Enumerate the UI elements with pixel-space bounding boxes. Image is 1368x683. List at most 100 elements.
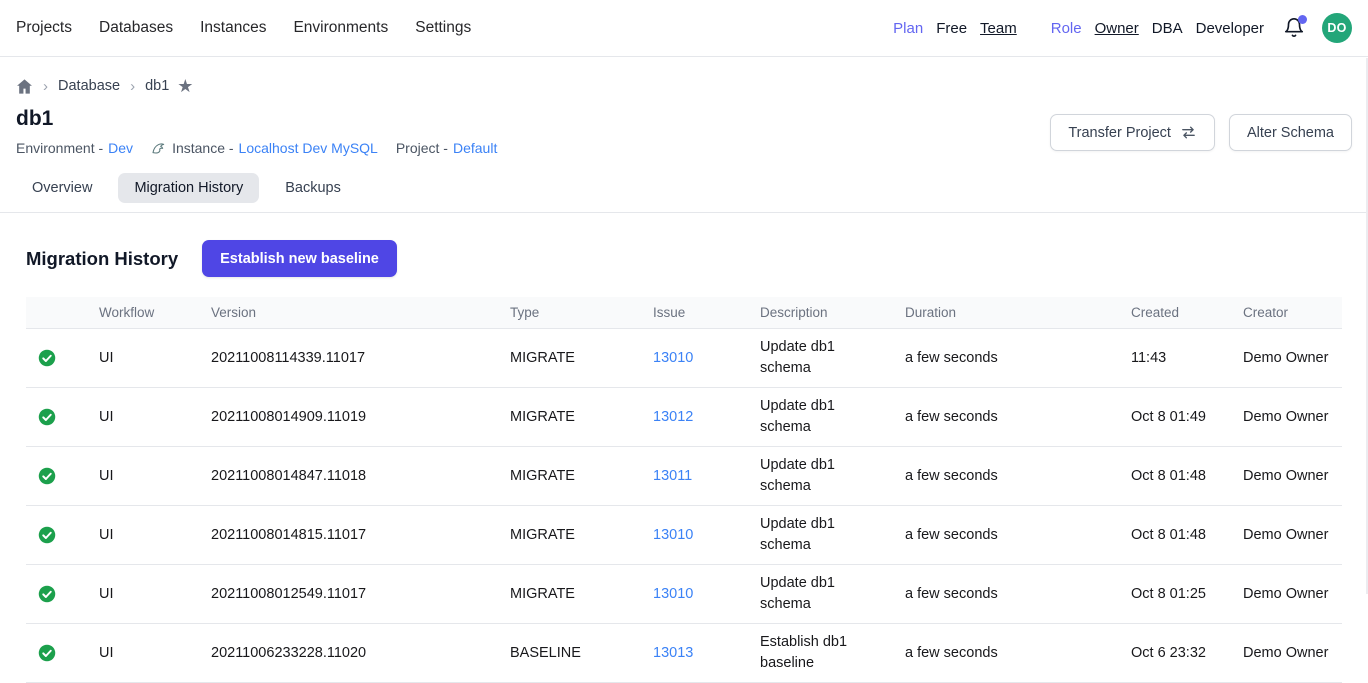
success-check-icon (38, 644, 75, 662)
table-header-row: Workflow Version Type Issue Description … (26, 297, 1342, 329)
topnav-link[interactable]: Instances (200, 19, 266, 37)
chevron-right-icon: › (43, 78, 48, 95)
version-cell: 20211008014847.11018 (199, 447, 498, 506)
alter-schema-button[interactable]: Alter Schema (1229, 114, 1352, 151)
type-cell: MIGRATE (498, 506, 641, 565)
notification-dot (1298, 15, 1307, 24)
table-row[interactable]: UI 20211008114339.11017 MIGRATE 13010 Up… (26, 329, 1342, 388)
transfer-project-button[interactable]: Transfer Project (1050, 114, 1215, 151)
tab-backups[interactable]: Backups (269, 173, 357, 203)
database-tabs: Overview Migration History Backups (16, 173, 1352, 212)
page-header: db1 Environment - Dev Instance - Localho… (16, 95, 497, 156)
transfer-project-label: Transfer Project (1068, 125, 1171, 141)
tab-overview[interactable]: Overview (16, 173, 108, 203)
issue-link[interactable]: 13011 (653, 468, 692, 484)
table-row[interactable]: UI 20211008014909.11019 MIGRATE 13012 Up… (26, 388, 1342, 447)
type-cell: MIGRATE (498, 388, 641, 447)
role-owner-link[interactable]: Owner (1095, 20, 1139, 37)
topnav-link[interactable]: Environments (293, 19, 388, 37)
chevron-right-icon: › (130, 78, 135, 95)
workflow-cell: UI (87, 447, 199, 506)
plan-upgrade-link[interactable]: Team (980, 20, 1017, 37)
establish-baseline-button[interactable]: Establish new baseline (202, 240, 397, 277)
created-cell: Oct 6 23:32 (1119, 624, 1231, 683)
instance-label: Instance - (172, 140, 233, 156)
tab-migration-history[interactable]: Migration History (118, 173, 259, 203)
alter-schema-label: Alter Schema (1247, 125, 1334, 141)
success-check-icon (38, 526, 75, 544)
mysql-engine-icon (151, 140, 167, 156)
plan-label: Plan (893, 20, 923, 37)
column-header: Created (1119, 297, 1231, 329)
description-cell: Update db1 schema (748, 447, 893, 506)
table-row[interactable]: UI 20211006233228.11020 BASELINE 13013 E… (26, 624, 1342, 683)
created-cell: 11:43 (1119, 329, 1231, 388)
workflow-cell: UI (87, 565, 199, 624)
issue-link[interactable]: 13010 (653, 350, 693, 366)
issue-link[interactable]: 13012 (653, 409, 693, 425)
column-header: Description (748, 297, 893, 329)
version-cell: 20211008014909.11019 (199, 388, 498, 447)
table-row[interactable]: UI 20211008014847.11018 MIGRATE 13011 Up… (26, 447, 1342, 506)
version-cell: 20211008014815.11017 (199, 506, 498, 565)
role-label: Role (1051, 20, 1082, 37)
breadcrumb-database[interactable]: Database (58, 78, 120, 94)
issue-link[interactable]: 13013 (653, 645, 693, 661)
duration-cell: a few seconds (893, 329, 1119, 388)
breadcrumb-current: db1 (145, 78, 169, 94)
favorite-star-icon[interactable]: ★ (177, 77, 193, 95)
type-cell: MIGRATE (498, 447, 641, 506)
duration-cell: a few seconds (893, 388, 1119, 447)
table-row[interactable]: UI 20211008012549.11017 MIGRATE 13010 Up… (26, 565, 1342, 624)
success-check-icon (38, 585, 75, 603)
home-icon[interactable] (16, 78, 33, 95)
type-cell: MIGRATE (498, 329, 641, 388)
description-cell: Update db1 schema (748, 506, 893, 565)
created-cell: Oct 8 01:25 (1119, 565, 1231, 624)
column-header: Creator (1231, 297, 1342, 329)
environment-link[interactable]: Dev (108, 140, 133, 156)
avatar[interactable]: DO (1322, 13, 1352, 43)
breadcrumb: › Database › db1 ★ (16, 57, 1352, 95)
top-navigation-bar: Projects Databases Instances Environment… (0, 0, 1368, 57)
role-developer-link[interactable]: Developer (1196, 20, 1264, 37)
created-cell: Oct 8 01:49 (1119, 388, 1231, 447)
topnav-link[interactable]: Settings (415, 19, 471, 37)
database-meta: Environment - Dev Instance - Localhost D… (16, 140, 497, 156)
column-header: Issue (641, 297, 748, 329)
instance-link[interactable]: Localhost Dev MySQL (239, 140, 378, 156)
version-cell: 20211008012549.11017 (199, 565, 498, 624)
type-cell: BASELINE (498, 624, 641, 683)
column-header: Type (498, 297, 641, 329)
creator-cell: Demo Owner (1231, 506, 1342, 565)
project-link[interactable]: Default (453, 140, 497, 156)
topnav-link[interactable]: Projects (16, 19, 72, 37)
workflow-cell: UI (87, 624, 199, 683)
column-header: Workflow (87, 297, 199, 329)
section-title: Migration History (26, 248, 178, 270)
workflow-cell: UI (87, 388, 199, 447)
creator-cell: Demo Owner (1231, 565, 1342, 624)
creator-cell: Demo Owner (1231, 447, 1342, 506)
issue-link[interactable]: 13010 (653, 527, 693, 543)
project-label: Project - (396, 140, 448, 156)
transfer-arrows-icon (1180, 124, 1197, 141)
topnav-link[interactable]: Databases (99, 19, 173, 37)
duration-cell: a few seconds (893, 447, 1119, 506)
version-cell: 20211008114339.11017 (199, 329, 498, 388)
workflow-cell: UI (87, 506, 199, 565)
description-cell: Establish db1 baseline (748, 624, 893, 683)
role-dba-link[interactable]: DBA (1152, 20, 1183, 37)
table-row[interactable]: UI 20211008014815.11017 MIGRATE 13010 Up… (26, 506, 1342, 565)
notification-bell-icon[interactable] (1283, 17, 1305, 39)
creator-cell: Demo Owner (1231, 329, 1342, 388)
environment-label: Environment - (16, 140, 103, 156)
main-nav: Projects Databases Instances Environment… (16, 19, 471, 37)
creator-cell: Demo Owner (1231, 388, 1342, 447)
description-cell: Update db1 schema (748, 388, 893, 447)
tabs-divider (0, 212, 1368, 213)
workflow-cell: UI (87, 329, 199, 388)
duration-cell: a few seconds (893, 624, 1119, 683)
created-cell: Oct 8 01:48 (1119, 506, 1231, 565)
plan-current: Free (936, 20, 967, 37)
